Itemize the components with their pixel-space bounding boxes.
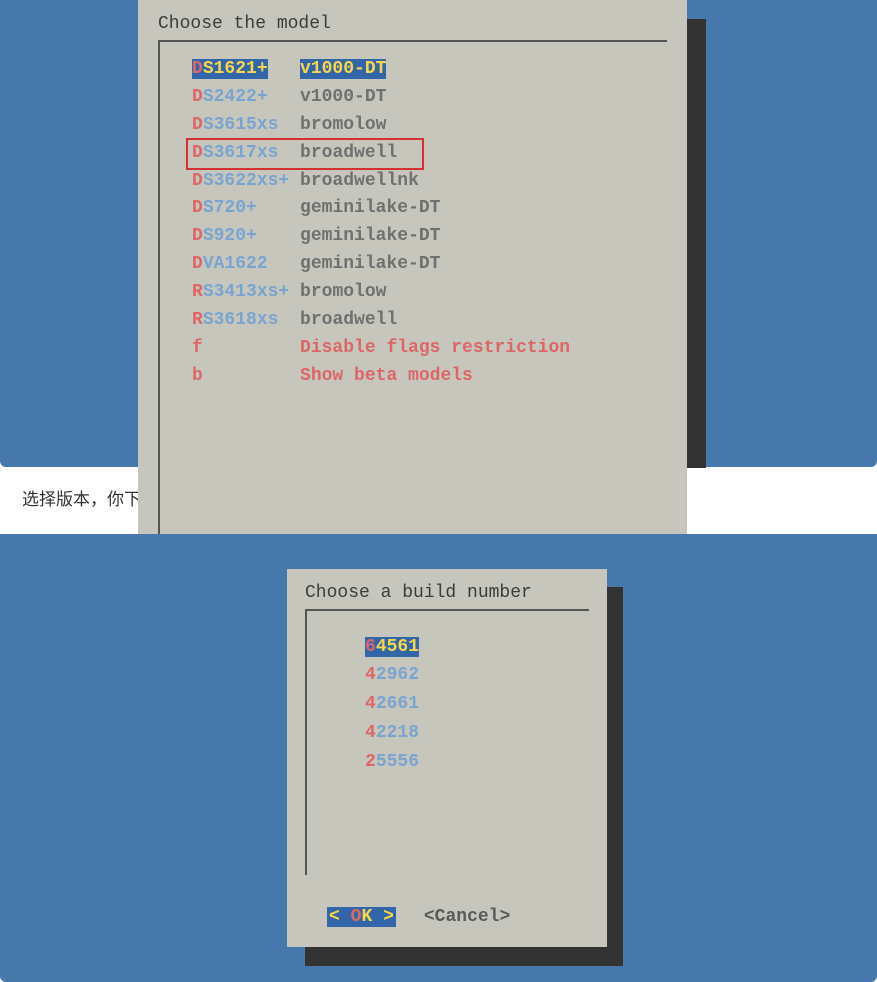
- dialog-title: Choose the model: [158, 14, 667, 34]
- build-row[interactable]: 42661: [365, 690, 571, 719]
- model-row[interactable]: DVA1622 geminilake-DT: [192, 251, 649, 279]
- screenshot-model-panel: Choose the model DS1621+ v1000-DTDS2422+…: [0, 0, 877, 467]
- screenshot-build-panel: Choose a build number 645614296242661422…: [0, 534, 877, 982]
- model-row[interactable]: DS3622xs+ broadwellnk: [192, 168, 649, 196]
- model-option[interactable]: b Show beta models: [192, 363, 649, 391]
- build-row[interactable]: 42218: [365, 719, 571, 748]
- model-row[interactable]: DS3617xs broadwell: [192, 140, 649, 168]
- ok-button[interactable]: < OK >: [327, 907, 396, 927]
- build-row[interactable]: 42962: [365, 661, 571, 690]
- model-row[interactable]: DS3615xs bromolow: [192, 112, 649, 140]
- model-row[interactable]: DS920+ geminilake-DT: [192, 223, 649, 251]
- dialog-inner: DS1621+ v1000-DTDS2422+ v1000-DTDS3615xs…: [158, 40, 667, 591]
- model-row[interactable]: DS720+ geminilake-DT: [192, 195, 649, 223]
- model-row[interactable]: DS1621+ v1000-DT: [192, 56, 649, 84]
- build-row[interactable]: 25556: [365, 748, 571, 777]
- build-row[interactable]: 64561: [365, 633, 571, 662]
- choose-model-dialog: Choose the model DS1621+ v1000-DTDS2422+…: [138, 0, 687, 611]
- model-row[interactable]: DS2422+ v1000-DT: [192, 84, 649, 112]
- dialog-inner: 6456142962426614221825556: [305, 609, 589, 875]
- cancel-button[interactable]: <Cancel>: [424, 907, 510, 927]
- dialog-buttons: < OK > <Cancel>: [305, 899, 589, 939]
- dialog-title: Choose a build number: [305, 583, 589, 603]
- model-row[interactable]: RS3413xs+ bromolow: [192, 279, 649, 307]
- model-row[interactable]: RS3618xs broadwell: [192, 307, 649, 335]
- choose-build-dialog: Choose a build number 645614296242661422…: [287, 569, 607, 947]
- model-option[interactable]: f Disable flags restriction: [192, 335, 649, 363]
